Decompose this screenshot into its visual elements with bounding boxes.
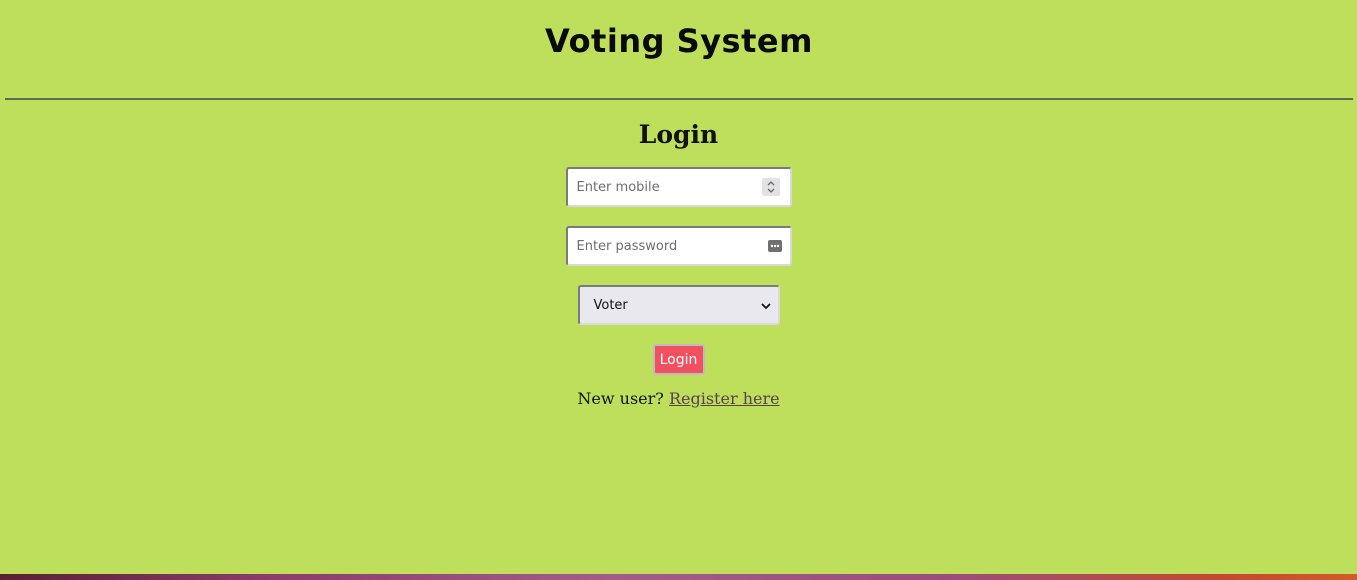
register-prompt: New user? Register here bbox=[577, 389, 779, 408]
role-select-value: Voter bbox=[593, 297, 628, 313]
mobile-input[interactable] bbox=[567, 169, 757, 205]
password-manager-icon[interactable] bbox=[767, 237, 782, 252]
page-header: Voting System bbox=[5, 0, 1353, 100]
number-spinner-icon[interactable] bbox=[761, 178, 780, 196]
chevron-down-icon bbox=[760, 296, 772, 315]
desktop-background-strip bbox=[0, 574, 1357, 580]
register-prompt-text: New user? bbox=[577, 389, 664, 408]
login-button[interactable]: Login bbox=[652, 344, 705, 375]
app-title: Voting System bbox=[545, 22, 813, 60]
register-link[interactable]: Register here bbox=[669, 389, 780, 408]
mobile-field bbox=[565, 167, 792, 207]
login-heading: Login bbox=[638, 120, 719, 149]
password-field bbox=[565, 226, 792, 266]
login-form: Login Voter Login N bbox=[0, 100, 1357, 408]
password-input[interactable] bbox=[567, 228, 757, 264]
role-select[interactable]: Voter bbox=[577, 285, 780, 325]
